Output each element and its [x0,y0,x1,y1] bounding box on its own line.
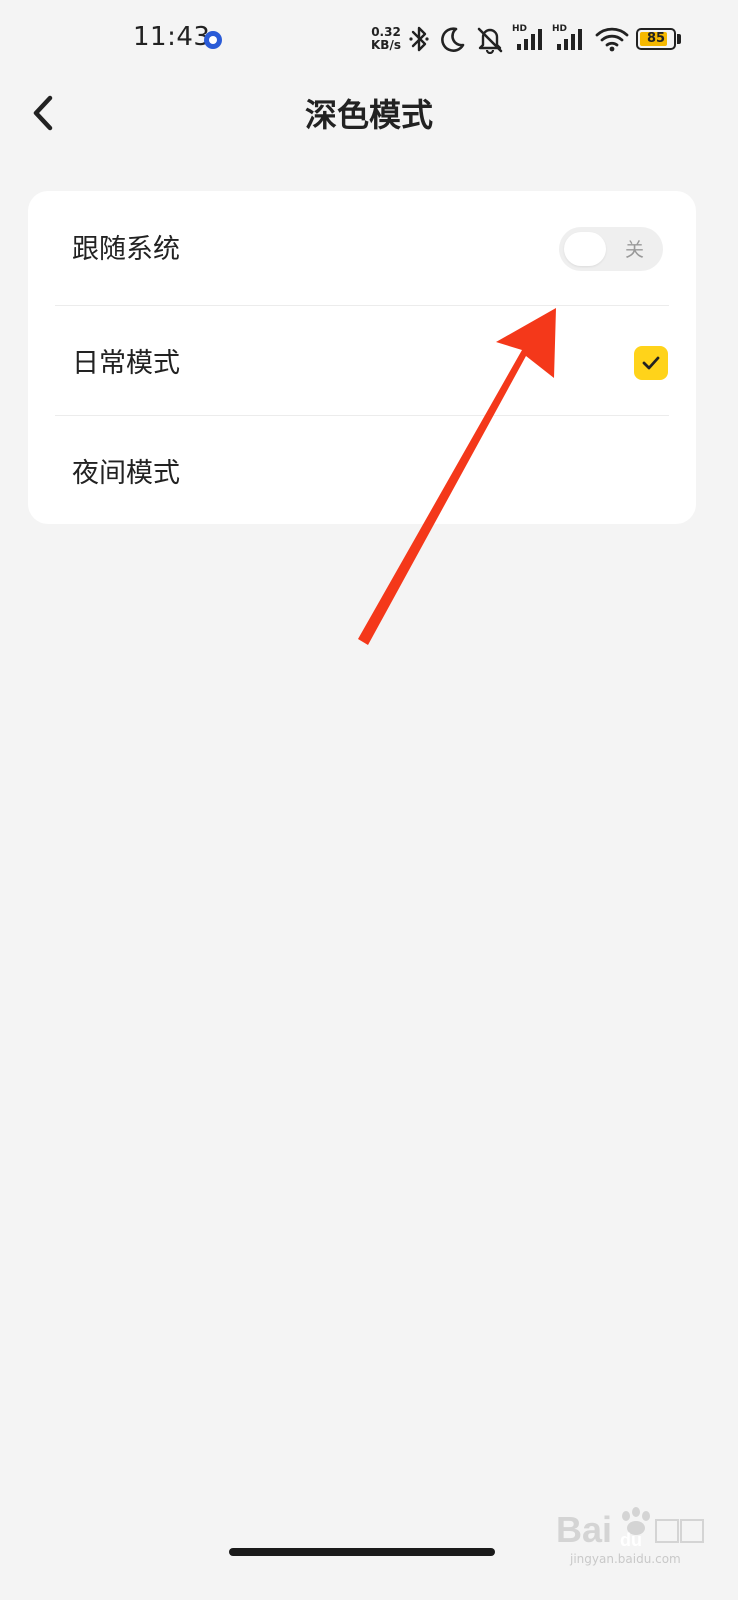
settings-card: 跟随系统 关 日常模式 夜间模式 [28,191,696,524]
day-mode-label: 日常模式 [72,348,180,379]
page-title: 深色模式 [304,96,433,134]
wifi-icon [595,27,629,52]
status-time: 11:43 [133,22,211,52]
watermark-text: jingyan.baidu.com [570,1552,681,1566]
svg-text:du: du [620,1530,642,1550]
day-mode-checkbox[interactable] [634,346,668,380]
battery-icon: 85 [636,28,676,50]
follow-system-label: 跟随系统 [72,234,180,265]
toggle-knob [564,232,606,266]
day-mode-row[interactable]: 日常模式 [28,305,696,416]
checkmark-icon [642,356,660,370]
signal-icon [517,29,542,50]
battery-tip [677,34,681,44]
home-indicator[interactable] [229,1548,495,1556]
toggle-state-text: 关 [625,239,645,261]
battery-level: 85 [646,31,666,46]
follow-system-row[interactable]: 跟随系统 关 [28,191,696,302]
network-speed-unit: KB/s [371,38,401,52]
bluetooth-icon [409,26,429,52]
night-mode-row[interactable]: 夜间模式 [28,415,696,526]
status-bar: 11:43 0.32 KB/s HD HD 85 [0,0,738,80]
follow-system-toggle[interactable]: 关 [559,227,663,271]
svg-text:Bai: Bai [556,1509,612,1550]
network-speed: 0.32 KB/s [368,26,404,52]
app-notification-icon [204,31,222,49]
signal-icon [557,29,582,50]
night-mode-label: 夜间模式 [72,458,180,489]
mute-icon [477,27,503,54]
moon-icon [441,27,465,52]
